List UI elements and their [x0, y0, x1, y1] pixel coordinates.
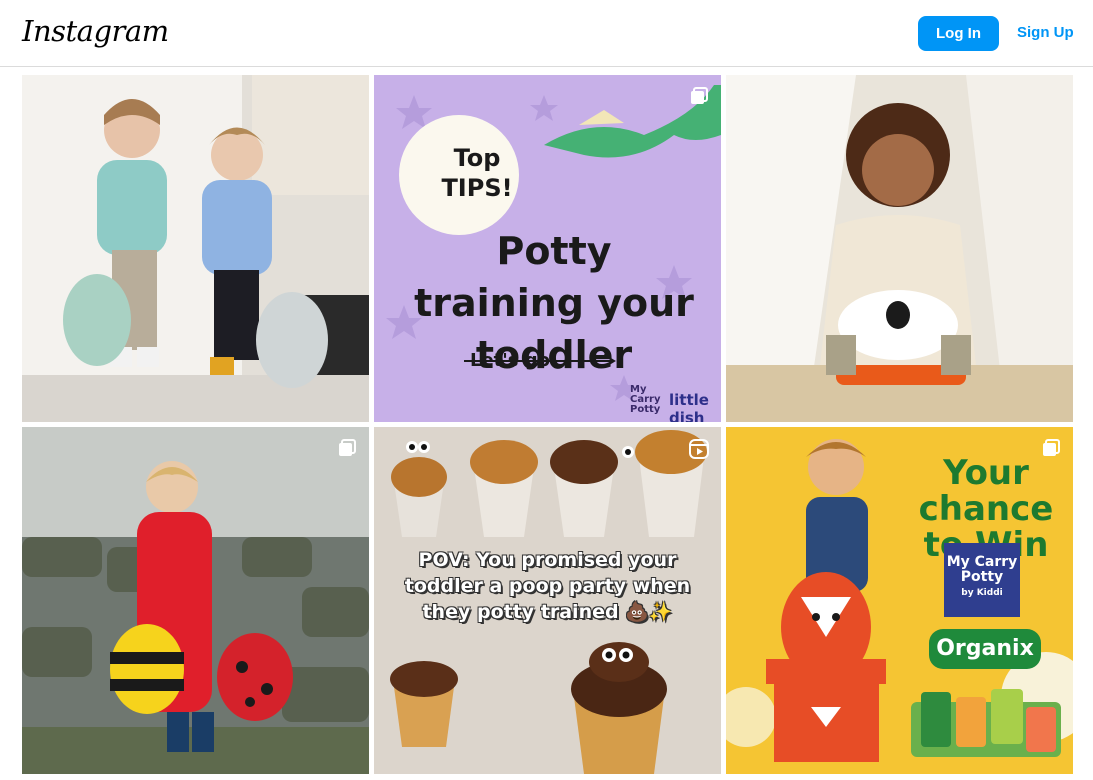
post-tile-1[interactable]: [22, 75, 369, 422]
login-button[interactable]: Log In: [918, 16, 999, 51]
top-navigation-bar: Instagram Log In Sign Up: [0, 0, 1093, 67]
brand-box-text: My Carry Potty: [946, 554, 1018, 585]
post-tile-2[interactable]: Top TIPS! Potty training your toddler Le…: [374, 75, 721, 422]
carry-potty-brand: My Carry Potty: [630, 384, 661, 415]
instagram-logo[interactable]: Instagram: [22, 14, 169, 48]
carousel-icon: [339, 439, 356, 456]
post-tile-3[interactable]: [726, 75, 1073, 422]
post-tile-6[interactable]: Your chance to Win My Carry Potty by Kid…: [726, 427, 1073, 774]
post-tile-5[interactable]: POV: You promised your toddler a poop pa…: [374, 427, 721, 774]
post-image: [22, 75, 369, 422]
carry-potty-logo: My Carry Potty by Kiddi: [944, 543, 1020, 617]
organix-logo: Organix: [929, 629, 1041, 669]
signup-link[interactable]: Sign Up: [1017, 24, 1074, 41]
post-image: [22, 427, 369, 774]
post-tile-4[interactable]: [22, 427, 369, 774]
top-tips-text: Top TIPS!: [441, 144, 513, 202]
brand-box-sub: by Kiddi: [961, 588, 1003, 598]
reel-caption: POV: You promised your toddler a poop pa…: [404, 549, 691, 623]
lets-go-text: Let's go!: [470, 350, 559, 371]
carousel-icon: [691, 87, 708, 104]
reel-icon: [689, 439, 709, 459]
post-image: [726, 75, 1073, 422]
carousel-icon: [1043, 439, 1060, 456]
little-dish-brand: little dish: [669, 391, 709, 422]
